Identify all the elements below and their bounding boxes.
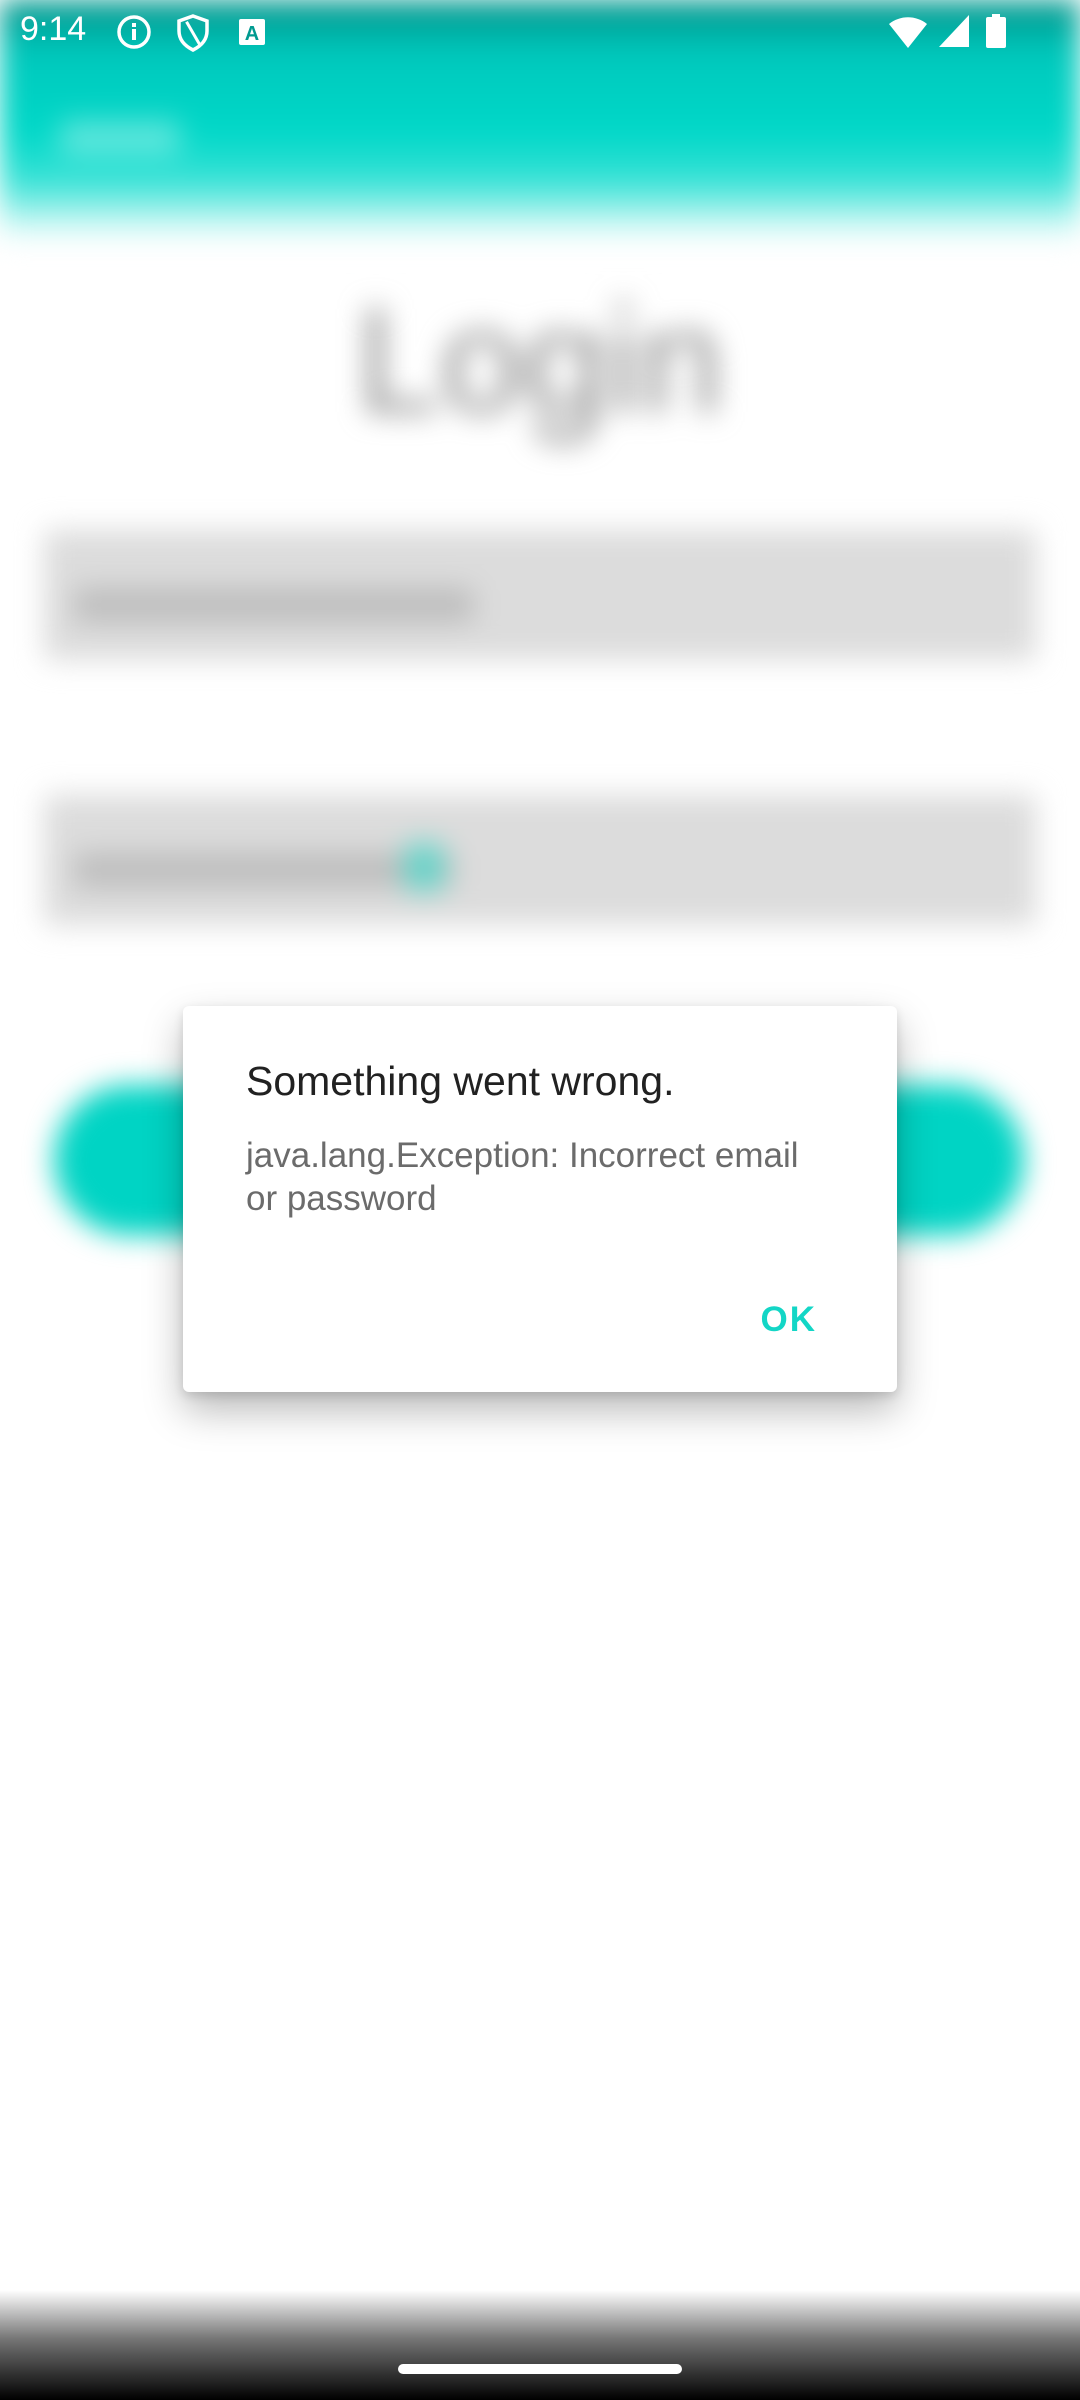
a-badge-icon: A xyxy=(238,18,266,46)
home-gesture-handle[interactable] xyxy=(398,2364,682,2374)
shield-icon xyxy=(176,14,210,52)
password-field-hint xyxy=(74,853,454,887)
app-bar-title xyxy=(60,120,180,154)
error-dialog: Something went wrong. java.lang.Exceptio… xyxy=(183,1006,897,1392)
info-icon xyxy=(116,14,152,50)
signal-icon xyxy=(938,14,970,48)
status-bar: 9:14 A xyxy=(0,0,1080,62)
screen: Login 9:14 A Something went wrong. java.… xyxy=(0,0,1080,2400)
dialog-message: java.lang.Exception: Incorrect email or … xyxy=(246,1136,799,1218)
navigation-bar xyxy=(0,2290,1080,2400)
ok-button[interactable]: OK xyxy=(755,1296,824,1344)
battery-icon xyxy=(986,14,1006,48)
password-field[interactable] xyxy=(44,795,1036,925)
status-time: 9:14 xyxy=(20,10,87,48)
email-field[interactable] xyxy=(44,530,1036,660)
a-badge-letter: A xyxy=(245,23,259,45)
dialog-title: Something went wrong. xyxy=(246,1058,675,1104)
text-cursor xyxy=(404,843,444,891)
wifi-icon xyxy=(888,14,928,50)
email-field-hint xyxy=(74,588,474,622)
login-title: Login xyxy=(356,276,724,444)
